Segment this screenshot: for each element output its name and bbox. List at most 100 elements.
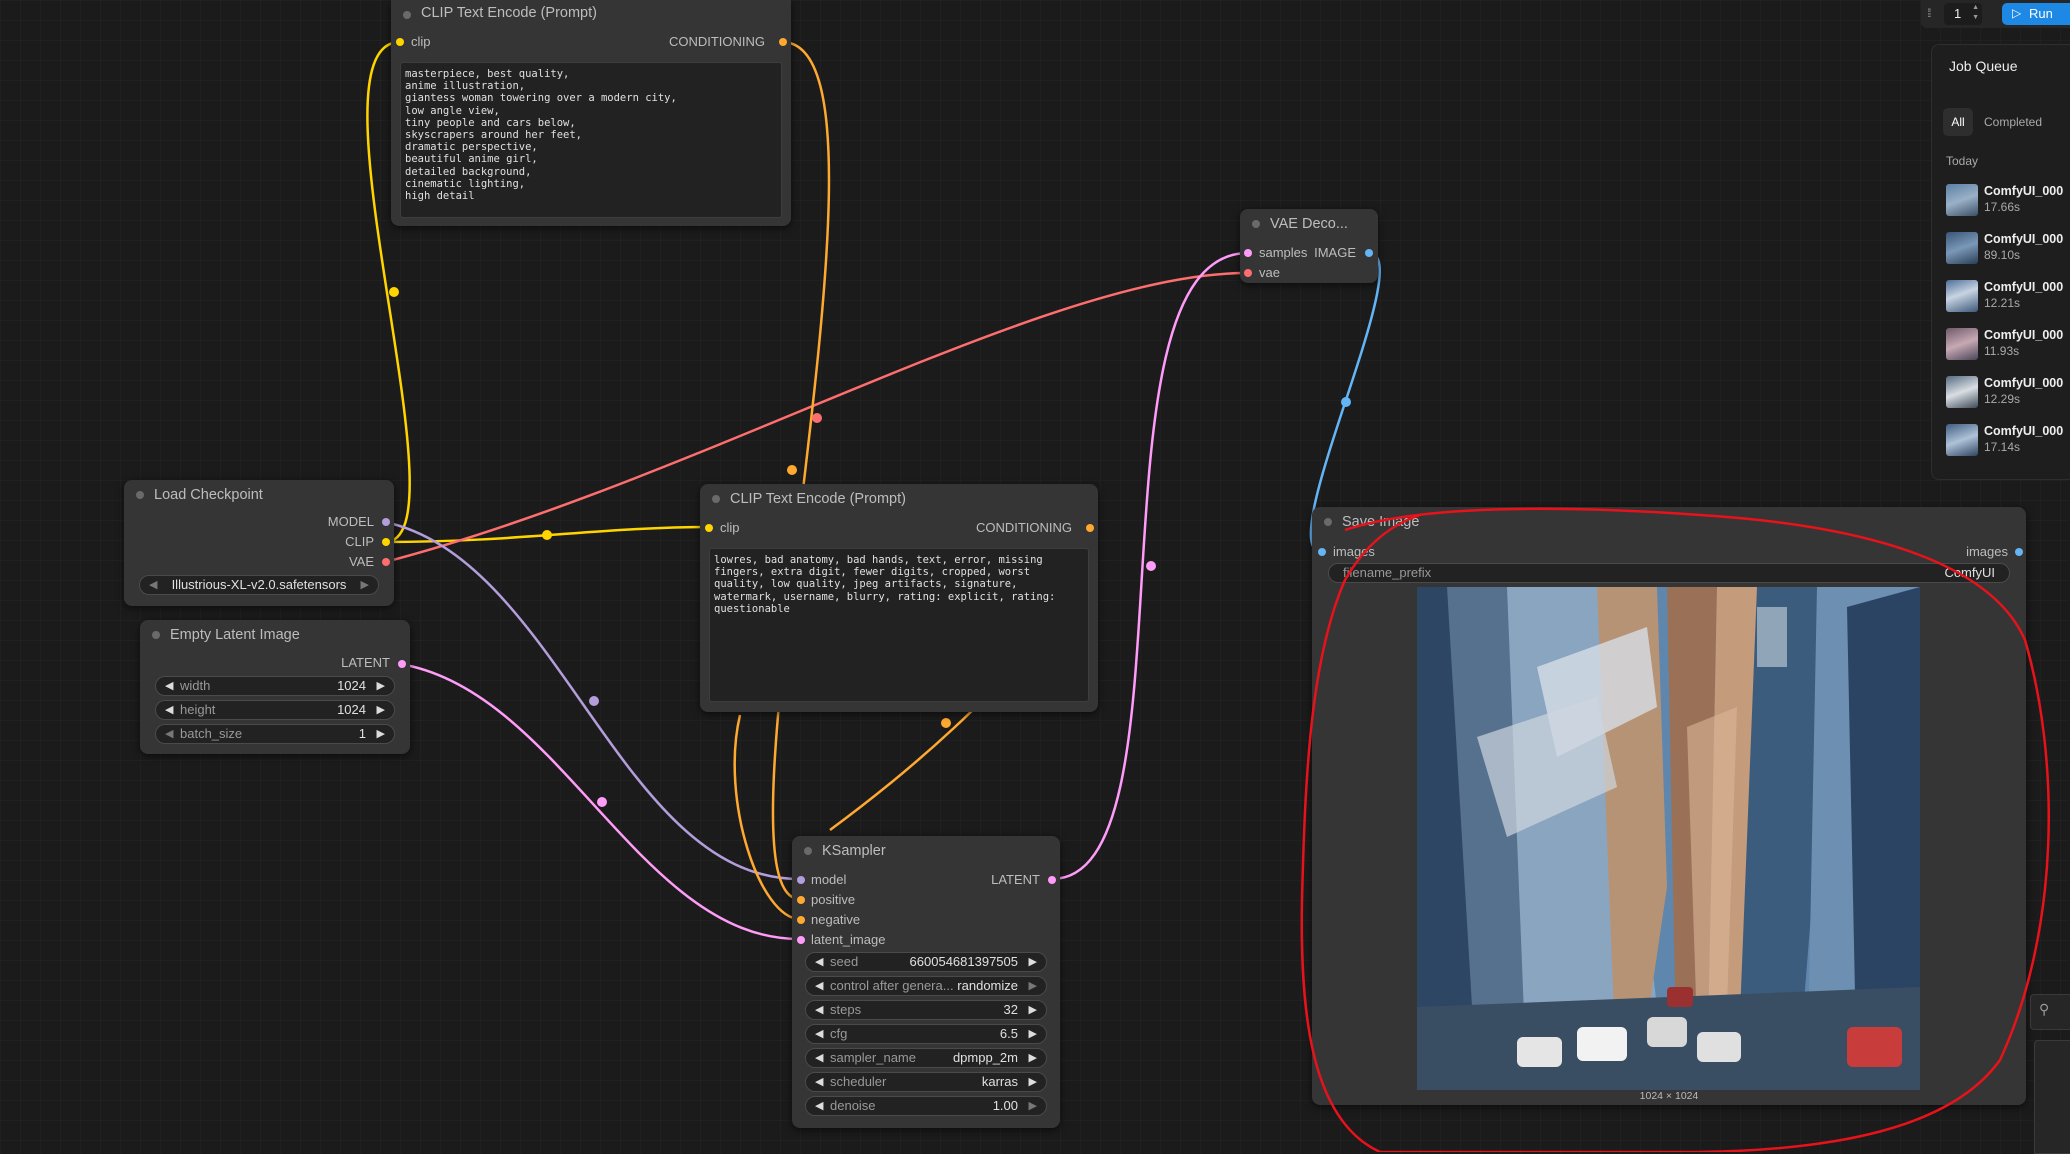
scheduler-widget[interactable]: ◀ scheduler karras ▶ [805,1072,1047,1092]
run-toolbar: ⁞⁞ 1 ▲ ▼ ▷ Run [1921,0,2070,28]
positive-input-label: positive [811,892,856,907]
latent-image-input-socket[interactable] [797,936,805,944]
batch-size-widget[interactable]: ◀ batch_size 1 ▶ [155,724,395,744]
increment-icon[interactable]: ▶ [1029,953,1037,971]
increment-icon[interactable]: ▶ [377,725,385,743]
wire-negative-in [733,714,801,921]
samples-input-socket[interactable] [1244,249,1252,257]
control-after-generate-label: control after genera... [830,978,954,993]
node-title[interactable]: CLIP Text Encode (Prompt) [700,484,1098,514]
positive-input-socket[interactable] [797,896,805,904]
clip-output-socket[interactable] [382,538,390,546]
seed-value: 660054681397505 [909,954,1018,969]
denoise-widget[interactable]: ◀ denoise 1.00 ▶ [805,1096,1047,1116]
right-arrow-icon[interactable]: ▶ [361,576,369,594]
increment-icon[interactable]: ▶ [377,701,385,719]
filename-prefix-value: ComfyUI [1944,565,1995,580]
thumbnail [1946,280,1978,312]
decrement-icon[interactable]: ◀ [815,1097,823,1115]
ckpt-name-value: Illustrious-XL-v2.0.safetensors [171,577,347,592]
thumbnail [1946,376,1978,408]
vae-input-socket[interactable] [1244,269,1252,277]
section-today: Today [1946,154,1979,168]
increment-icon[interactable]: ▶ [1029,1001,1037,1019]
prompt-textarea[interactable]: lowres, bad anatomy, bad hands, text, er… [709,548,1089,702]
clip-text-encode-negative-node[interactable]: CLIP Text Encode (Prompt) clip CONDITION… [700,484,1098,712]
decrement-icon[interactable]: ◀ [815,1025,823,1043]
left-arrow-icon[interactable]: ◀ [815,1049,823,1067]
node-title[interactable]: Empty Latent Image [140,620,410,650]
left-arrow-icon[interactable]: ◀ [815,1073,823,1091]
conditioning-output-socket[interactable] [779,38,787,46]
run-button[interactable]: ▷ Run [2002,3,2070,25]
samples-input-label: samples [1259,245,1308,260]
vae-output-socket[interactable] [382,558,390,566]
job-queue-panel: Job Queue All Completed Today ComfyUI_00… [1931,44,2070,480]
cfg-widget[interactable]: ◀ cfg 6.5 ▶ [805,1024,1047,1044]
height-widget[interactable]: ◀ height 1024 ▶ [155,700,395,720]
node-title[interactable]: CLIP Text Encode (Prompt) [391,0,791,26]
vae-decode-node[interactable]: VAE Deco... samples IMAGE vae [1240,209,1378,283]
right-arrow-icon[interactable]: ▶ [1029,977,1037,995]
node-title[interactable]: Save Image [1312,507,2026,537]
increment-icon[interactable]: ▶ [377,677,385,695]
side-toggle-button[interactable]: ⚲ [2030,994,2070,1030]
queue-item-time: 12.29s [1984,392,2021,406]
increment-icon[interactable]: ▶ [1029,1097,1037,1115]
stepper-icon[interactable]: ▲ ▼ [1972,3,1979,23]
prompt-textarea[interactable]: masterpiece, best quality, anime illustr… [400,62,782,218]
latent-output-socket[interactable] [1048,876,1056,884]
seed-widget[interactable]: ◀ seed 660054681397505 ▶ [805,952,1047,972]
batch-count-input[interactable]: 1 ▲ ▼ [1944,3,1982,25]
images-output-socket[interactable] [2015,548,2023,556]
empty-latent-image-node[interactable]: Empty Latent Image LATENT ◀ width 1024 ▶… [140,620,410,754]
tab-all-label: All [1951,115,1965,129]
tab-all[interactable]: All [1943,108,1973,136]
clip-input-socket[interactable] [396,38,404,46]
drag-handle-icon[interactable]: ⁞⁞ [1927,6,1931,20]
sampler-name-widget[interactable]: ◀ sampler_name dpmpp_2m ▶ [805,1048,1047,1068]
decrement-icon[interactable]: ◀ [165,725,173,743]
filename-prefix-widget[interactable]: filename_prefix ComfyUI [1328,563,2010,583]
negative-input-socket[interactable] [797,916,805,924]
filename-prefix-label: filename_prefix [1343,565,1432,580]
queue-item-time: 11.93s [1984,344,2020,358]
queue-item-time: 17.14s [1984,440,2021,454]
node-title[interactable]: KSampler [792,836,1060,866]
latent-image-input-label: latent_image [811,932,886,947]
model-input-socket[interactable] [797,876,805,884]
node-title[interactable]: Load Checkpoint [124,480,394,510]
width-widget[interactable]: ◀ width 1024 ▶ [155,676,395,696]
cfg-value: 6.5 [999,1026,1018,1041]
right-arrow-icon[interactable]: ▶ [1029,1073,1037,1091]
increment-icon[interactable]: ▶ [1029,1025,1037,1043]
decrement-icon[interactable]: ◀ [165,677,173,695]
ckpt-name-combo[interactable]: ◀ Illustrious-XL-v2.0.safetensors ▶ [139,575,379,595]
queue-item-name: ComfyUI_000 [1984,424,2064,438]
queue-item-time: 89.10s [1984,248,2021,262]
right-arrow-icon[interactable]: ▶ [1029,1049,1037,1067]
image-output-socket[interactable] [1365,249,1373,257]
steps-widget[interactable]: ◀ steps 32 ▶ [805,1000,1047,1020]
decrement-icon[interactable]: ◀ [815,953,823,971]
decrement-icon[interactable]: ◀ [815,1001,823,1019]
model-output-socket[interactable] [382,518,390,526]
load-checkpoint-node[interactable]: Load Checkpoint MODEL CLIP VAE ◀ Illustr… [124,480,394,606]
node-title[interactable]: VAE Deco... [1240,209,1378,239]
control-after-generate-widget[interactable]: ◀ control after genera... randomize ▶ [805,976,1047,996]
tab-completed[interactable]: Completed [1984,108,2042,136]
ksampler-node[interactable]: KSampler model LATENT positive negative … [792,836,1060,1128]
queue-item-name: ComfyUI_000 [1984,280,2064,294]
latent-output-socket[interactable] [398,660,406,668]
clip-input-socket[interactable] [705,524,713,532]
steps-value: 32 [1003,1002,1018,1017]
minimap-panel[interactable] [2034,1040,2070,1154]
images-input-socket[interactable] [1318,548,1326,556]
decrement-icon[interactable]: ◀ [165,701,173,719]
conditioning-output-socket[interactable] [1086,524,1094,532]
left-arrow-icon[interactable]: ◀ [815,977,823,995]
latent-output-label: LATENT [341,655,390,670]
generated-image-preview[interactable] [1417,587,1920,1090]
image-dimensions: 1024 × 1024 [1639,1090,1699,1102]
clip-text-encode-positive-node[interactable]: CLIP Text Encode (Prompt) clip CONDITION… [391,0,791,226]
